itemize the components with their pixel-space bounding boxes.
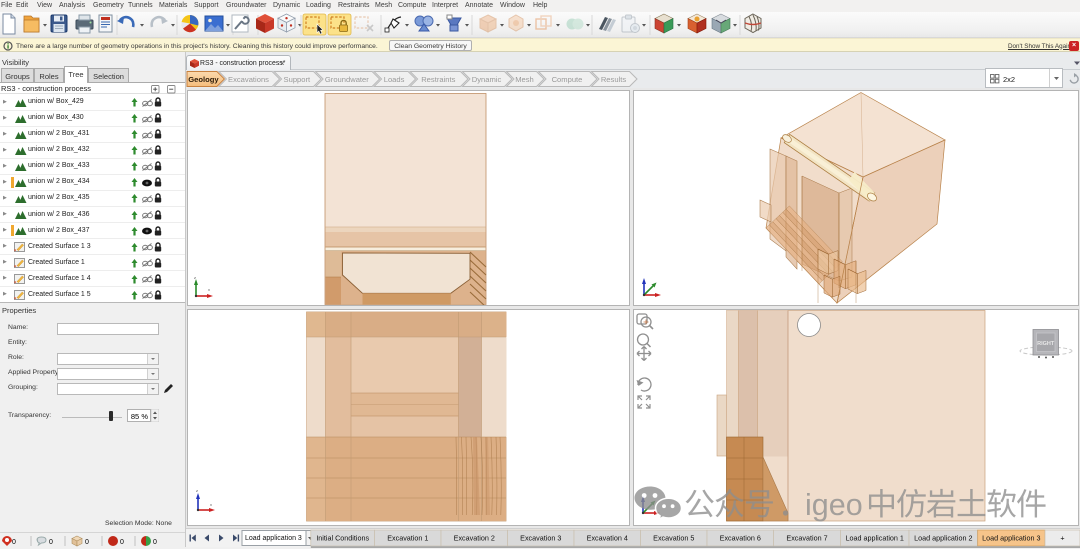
svg-text:Load application 1: Load application 1 [846,534,904,543]
svg-text:x: x [210,502,212,507]
svg-text:igeo: igeo [805,488,863,522]
svg-text:0: 0 [120,539,124,546]
svg-text:Groundwater: Groundwater [325,75,369,84]
svg-text:Excavation 5: Excavation 5 [653,534,694,543]
svg-text:RIGHT: RIGHT [1037,341,1055,347]
svg-text:Excavation 2: Excavation 2 [454,534,495,543]
svg-text:z: z [194,275,196,280]
svg-text:Results: Results [601,75,627,84]
svg-text:Initial Conditions: Initial Conditions [316,534,369,543]
svg-text:Load application 3: Load application 3 [245,535,302,542]
svg-text:Load application 2: Load application 2 [914,534,972,543]
svg-text:Excavation 6: Excavation 6 [720,534,761,543]
svg-text:Dynamic: Dynamic [472,75,502,84]
svg-text:0: 0 [49,539,53,546]
svg-text:Restraints: Restraints [421,75,455,84]
svg-text:0: 0 [85,539,89,546]
svg-text:Excavation 3: Excavation 3 [520,534,561,543]
svg-text:Load application 3: Load application 3 [982,534,1040,543]
svg-text:z: z [196,488,198,493]
svg-text:Compute: Compute [552,75,583,84]
svg-text:Excavation 4: Excavation 4 [587,534,628,543]
svg-text:x: x [208,287,210,292]
svg-text:Excavation 7: Excavation 7 [786,534,827,543]
svg-text:Support: Support [284,75,311,84]
svg-text:Loads: Loads [384,75,405,84]
svg-text:Excavations: Excavations [228,75,269,84]
svg-text:0: 0 [12,539,16,546]
svg-text:Geology: Geology [188,75,219,84]
svg-text:Mesh: Mesh [515,75,534,84]
svg-text:0: 0 [153,539,157,546]
svg-text:Excavation 1: Excavation 1 [387,534,428,543]
svg-text:+: + [1060,534,1064,543]
